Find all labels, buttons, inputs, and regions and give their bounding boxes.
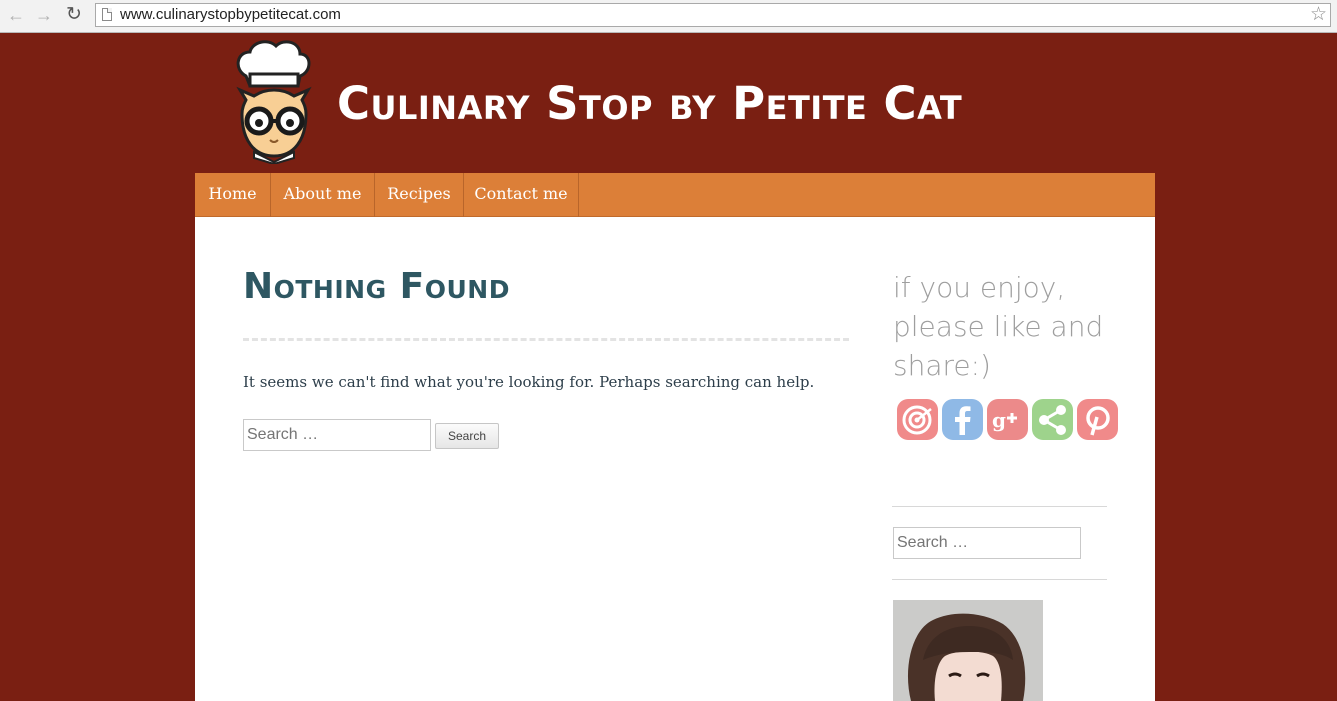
menu-item-contact[interactable]: Contact me (464, 173, 579, 217)
pinterest-icon[interactable] (1077, 399, 1118, 440)
browser-toolbar: ← → ↻ www.culinarystopbypetitecat.com ☆ (0, 0, 1337, 33)
site-title[interactable]: Culinary Stop by Petite Cat (337, 74, 962, 134)
bookmark-star-icon[interactable]: ☆ (1310, 4, 1327, 26)
menu-item-home[interactable]: Home (195, 173, 271, 217)
not-found-message: It seems we can't find what you're looki… (243, 373, 815, 391)
target-icon[interactable] (897, 399, 938, 440)
main-menu: Home About me Recipes Contact me (195, 173, 1155, 217)
menu-item-recipes[interactable]: Recipes (375, 173, 464, 217)
page-title: Nothing Found (243, 266, 510, 307)
search-button[interactable]: Search (435, 423, 499, 449)
author-photo (893, 600, 1043, 701)
address-bar[interactable]: www.culinarystopbypetitecat.com ☆ (95, 3, 1331, 27)
google-plus-icon[interactable]: g (987, 399, 1028, 440)
sidebar-search-input[interactable] (893, 527, 1081, 559)
reload-icon[interactable]: ↻ (64, 5, 84, 25)
chef-cat-logo[interactable] (232, 40, 314, 166)
share-prompt: if you enjoy, please like and share:) (893, 271, 1104, 382)
sidebar-divider (892, 579, 1107, 580)
forward-icon[interactable]: → (34, 5, 54, 25)
sidebar-divider (892, 506, 1107, 507)
share-icon[interactable] (1032, 399, 1073, 440)
page-icon (102, 8, 112, 21)
search-input[interactable] (243, 419, 431, 451)
menu-item-about[interactable]: About me (271, 173, 375, 217)
title-divider (243, 338, 849, 341)
back-icon[interactable]: ← (6, 5, 26, 25)
url-text: www.culinarystopbypetitecat.com (120, 6, 341, 23)
facebook-icon[interactable] (942, 399, 983, 440)
svg-text:g: g (992, 408, 1006, 432)
